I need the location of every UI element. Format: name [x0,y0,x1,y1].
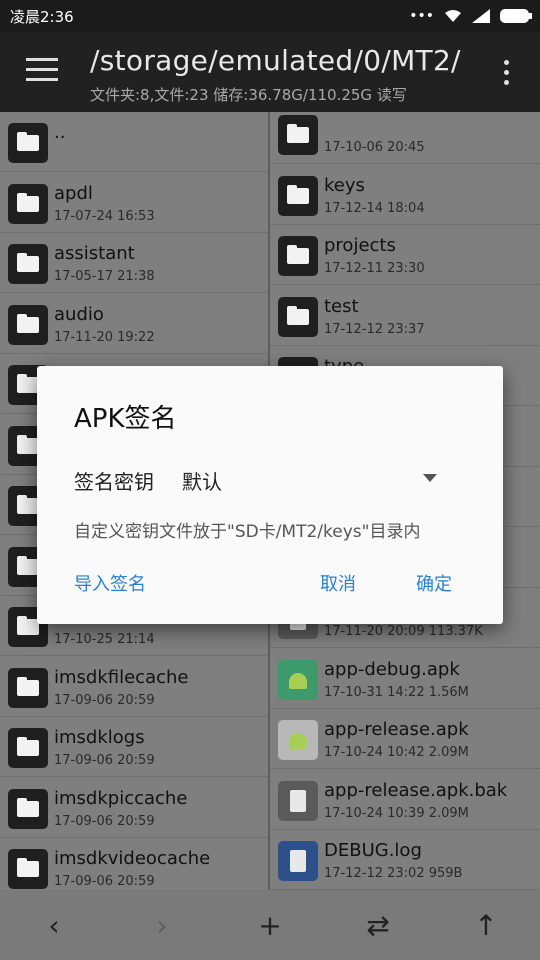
import-signature-button[interactable]: 导入签名 [74,570,146,596]
signing-key-label: 签名密钥 [74,470,154,494]
keys-hint: 自定义密钥文件放于"SD卡/MT2/keys"目录内 [74,522,421,542]
signing-key-select[interactable]: 默认 [182,466,222,495]
confirm-button[interactable]: 确定 [416,570,452,596]
apk-sign-dialog: APK签名 签名密钥 默认 自定义密钥文件放于"SD卡/MT2/keys"目录内… [37,366,503,624]
dropdown-arrow-icon[interactable] [423,474,437,482]
cancel-button[interactable]: 取消 [320,570,356,596]
dialog-title: APK签名 [74,404,177,434]
